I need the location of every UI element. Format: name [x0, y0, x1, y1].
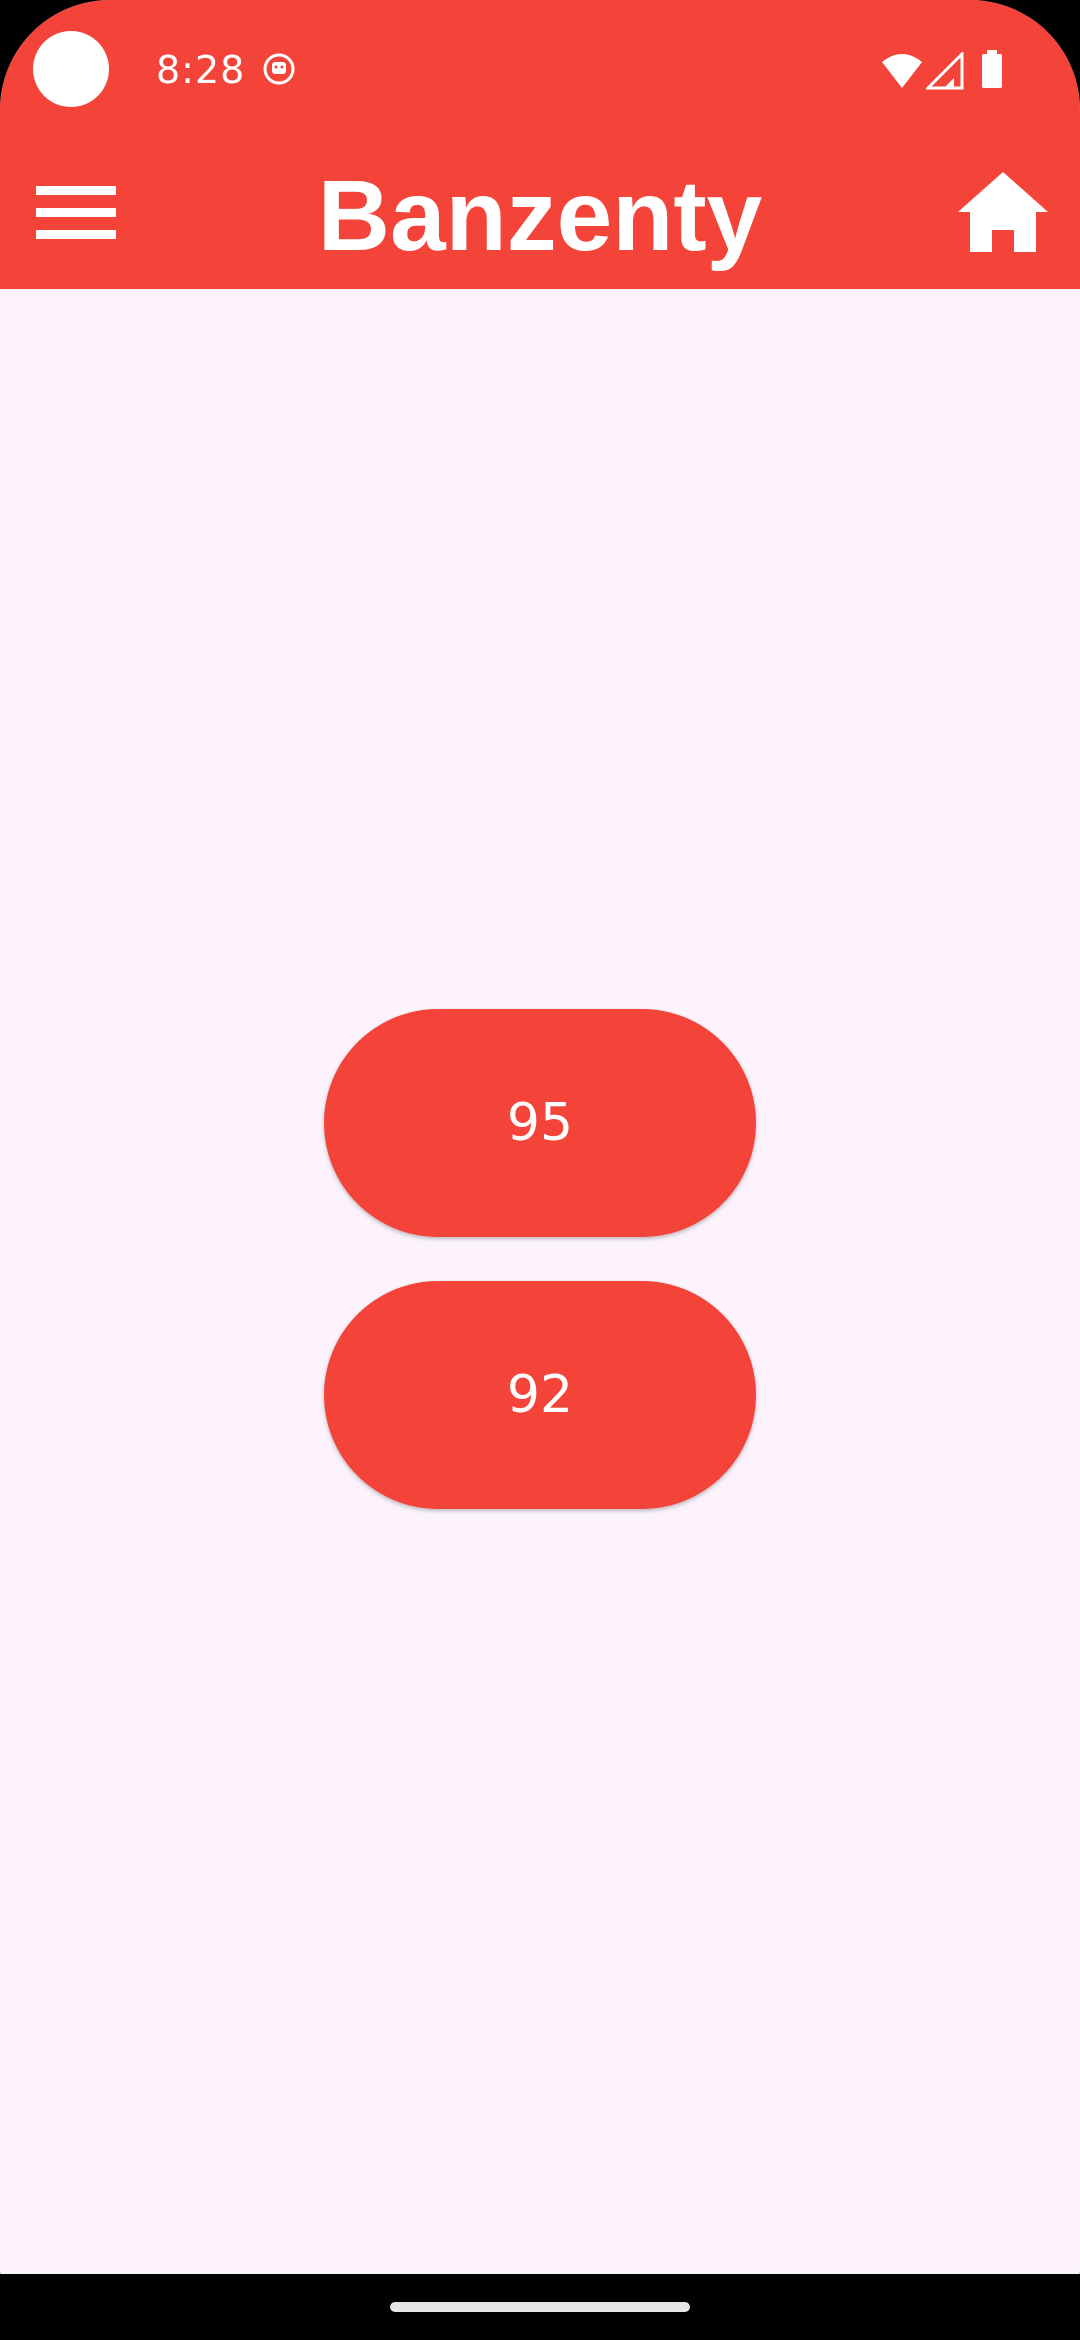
notification-icon	[263, 53, 295, 85]
gesture-handle[interactable]	[390, 2302, 690, 2312]
option-95-button[interactable]: 95	[324, 1009, 756, 1237]
wifi-icon	[882, 54, 922, 88]
signal-icon	[926, 52, 964, 90]
app-title: Banzenty	[317, 160, 763, 272]
phone-screen: 8:28 Banzenty 95 92	[0, 0, 1080, 2340]
main-content: 95 92	[0, 289, 1080, 2274]
home-icon	[958, 172, 1048, 252]
home-button[interactable]	[956, 170, 1050, 254]
status-clock: 8:28	[156, 48, 246, 92]
toolbar: Banzenty	[0, 140, 1080, 289]
navigation-bar	[0, 2274, 1080, 2340]
app-window: 8:28 Banzenty 95 92	[0, 0, 1080, 2274]
app-header: 8:28 Banzenty	[0, 0, 1080, 289]
battery-icon	[982, 50, 1002, 88]
camera-cutout	[33, 31, 109, 107]
status-bar: 8:28	[0, 0, 1080, 140]
option-92-button[interactable]: 92	[324, 1281, 756, 1509]
